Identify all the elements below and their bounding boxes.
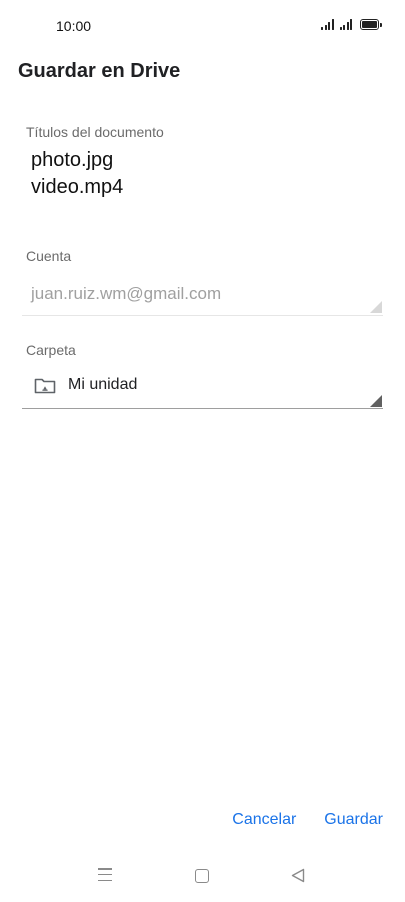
folder-value: Mi unidad [68, 376, 138, 393]
drive-folder-icon [34, 377, 56, 394]
dropdown-arrow-icon [370, 301, 382, 313]
file-name: photo.jpg [31, 149, 114, 171]
navigation-bar [0, 852, 405, 902]
file-name: video.mp4 [31, 176, 124, 198]
save-button[interactable]: Guardar [324, 811, 383, 829]
battery-icon [360, 19, 382, 30]
folder-label: Carpeta [26, 342, 76, 358]
document-titles-list: photo.jpg video.mp4 [31, 147, 123, 201]
dropdown-arrow-icon [370, 395, 382, 407]
cancel-button[interactable]: Cancelar [232, 811, 296, 829]
signal-icon [321, 19, 334, 30]
back-icon[interactable] [291, 868, 305, 888]
status-time: 10:00 [56, 18, 92, 34]
home-icon[interactable] [195, 869, 209, 883]
folder-underline [22, 408, 383, 409]
page-title: Guardar en Drive [18, 60, 181, 82]
account-label: Cuenta [26, 248, 72, 264]
status-bar: 10:00 [0, 0, 405, 54]
dialog-actions: Cancelar Guardar [232, 811, 383, 829]
account-underline [22, 315, 383, 316]
status-icons [321, 19, 382, 30]
document-titles-label: Títulos del documento [26, 124, 164, 140]
account-value: juan.ruiz.wm@gmail.com [31, 284, 222, 303]
menu-icon[interactable] [98, 868, 112, 881]
folder-row: Mi unidad [34, 376, 137, 394]
signal-icon [339, 19, 352, 30]
